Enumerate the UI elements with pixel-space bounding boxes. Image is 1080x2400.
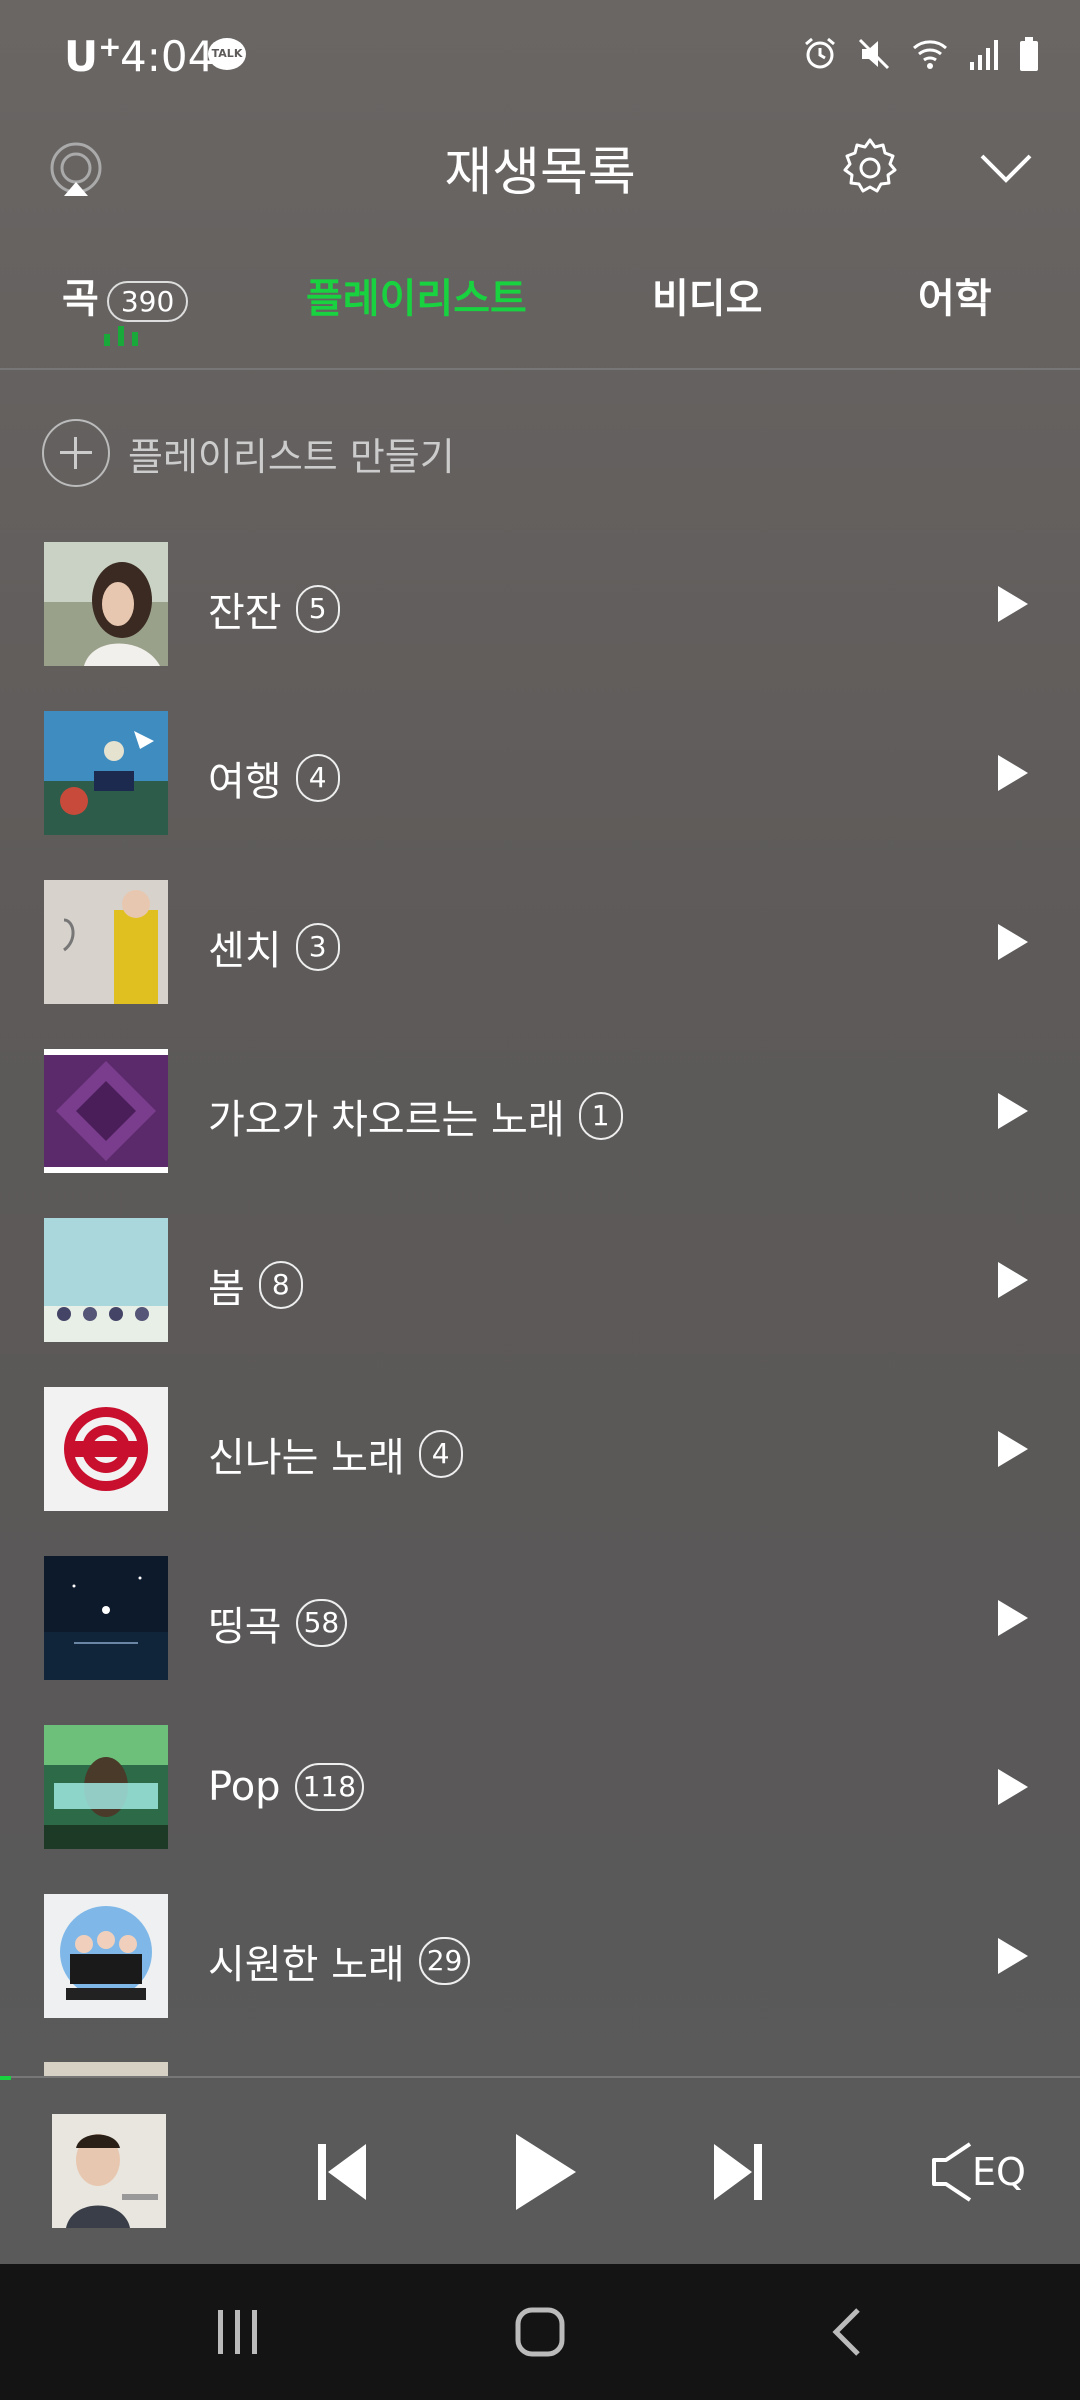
system-nav-bar — [0, 2264, 1080, 2400]
kakaotalk-icon: TALK — [208, 38, 246, 70]
song-count-badge: 390 — [106, 280, 189, 322]
create-playlist-button[interactable]: 플레이리스트 만들기 — [42, 418, 455, 488]
next-icon[interactable] — [710, 2140, 766, 2204]
eq-button[interactable]: EQ — [930, 2140, 1026, 2204]
wifi-icon — [913, 40, 947, 69]
tab-bar: 곡 390 플레이리스트 비디오 어학 — [0, 240, 1080, 370]
playlist-row[interactable]: 봄8 — [0, 1212, 1080, 1381]
playlist-row[interactable]: 가오가 차오르는 노래 1 — [0, 1043, 1080, 1212]
mini-player: EQ — [0, 2076, 1080, 2266]
settings-icon[interactable] — [838, 134, 902, 198]
playlist-cover — [44, 1218, 168, 1342]
tab-playlists[interactable]: 플레이리스트 — [306, 266, 527, 324]
page-title: 재생목록 — [444, 143, 636, 203]
speaker-icon — [932, 2142, 972, 2202]
progress-bar[interactable] — [0, 2076, 11, 2080]
alarm-icon — [805, 37, 835, 69]
now-playing-indicator — [104, 326, 138, 346]
playlist-count: 8 — [258, 1261, 303, 1309]
tab-video[interactable]: 비디오 — [652, 266, 762, 324]
playlist-cover — [44, 1556, 168, 1680]
play-icon[interactable] — [992, 920, 1032, 964]
playlist-cover — [44, 1387, 168, 1511]
playlist-name: 여행 — [208, 759, 282, 805]
playlist-count: 4 — [418, 1430, 463, 1478]
playlist-row[interactable]: 신나는 노래 4 — [0, 1381, 1080, 1550]
previous-icon[interactable] — [314, 2140, 370, 2204]
play-icon[interactable] — [992, 1089, 1032, 1133]
playlist-count: 4 — [295, 754, 340, 802]
playlist-name: 시원한 노래 — [208, 1942, 405, 1988]
tab-language[interactable]: 어학 — [918, 266, 992, 324]
play-icon[interactable] — [510, 2130, 580, 2214]
playlist-count: 3 — [295, 923, 340, 971]
play-icon[interactable] — [992, 751, 1032, 795]
recent-apps-icon[interactable] — [212, 2306, 264, 2358]
playlist-row[interactable]: 잔잔 5 — [0, 536, 1080, 705]
chevron-down-icon[interactable] — [978, 150, 1034, 186]
playlist-name: 잔잔 — [208, 590, 282, 636]
now-playing-cover[interactable] — [52, 2114, 166, 2228]
eq-label: EQ — [972, 2150, 1026, 2194]
mute-icon — [858, 38, 890, 70]
playlist-cover-partial — [44, 2062, 168, 2076]
playlist-count: 1 — [578, 1092, 623, 1140]
playlist-cover — [44, 542, 168, 666]
battery-icon — [1020, 37, 1038, 71]
tab-label: 곡 — [62, 276, 99, 322]
playlist-name: 센치 — [208, 928, 282, 974]
playlist-row[interactable]: 시원한 노래 29 — [0, 1888, 1080, 2057]
playlist-name: 띵곡 — [208, 1604, 282, 1650]
playlist-cover — [44, 711, 168, 835]
create-playlist-label: 플레이리스트 만들기 — [128, 434, 455, 479]
playlist-name: 봄 — [208, 1266, 245, 1312]
playlist-cover — [44, 1049, 168, 1173]
playlist-count: 29 — [418, 1937, 471, 1985]
playlist-list: 잔잔 5 여행 4 센치 3 가오가 차오르는 노래 1 봄8 신나는 노래 4 — [0, 536, 1080, 2057]
carrier-label: U+ — [64, 30, 122, 81]
play-icon[interactable] — [992, 1427, 1032, 1471]
play-icon[interactable] — [992, 582, 1032, 626]
playlist-name: 신나는 노래 — [208, 1435, 405, 1481]
signal-icon — [970, 40, 998, 70]
header: 재생목록 — [0, 110, 1080, 220]
playlist-count: 118 — [294, 1763, 365, 1811]
play-icon[interactable] — [992, 1765, 1032, 1809]
play-icon[interactable] — [992, 1934, 1032, 1978]
playlist-count: 58 — [295, 1599, 348, 1647]
playlist-row[interactable]: 여행 4 — [0, 705, 1080, 874]
playlist-row[interactable]: 띵곡 58 — [0, 1550, 1080, 1719]
playlist-name: 가오가 차오르는 노래 — [208, 1097, 565, 1143]
tab-songs[interactable]: 곡 390 — [62, 266, 189, 324]
back-icon[interactable] — [822, 2306, 874, 2358]
playlist-cover — [44, 1725, 168, 1849]
play-icon[interactable] — [992, 1258, 1032, 1302]
status-bar: U+ 4:04 TALK — [0, 0, 1080, 110]
playlist-count: 5 — [295, 585, 340, 633]
playlist-name: Pop — [208, 1764, 281, 1810]
playlist-row[interactable]: Pop 118 — [0, 1719, 1080, 1888]
status-time: 4:04 — [120, 32, 215, 81]
plus-icon — [42, 419, 110, 487]
play-icon[interactable] — [992, 1596, 1032, 1640]
home-icon[interactable] — [514, 2306, 566, 2358]
playlist-cover — [44, 880, 168, 1004]
playlist-row[interactable]: 센치 3 — [0, 874, 1080, 1043]
playlist-cover — [44, 1894, 168, 2018]
